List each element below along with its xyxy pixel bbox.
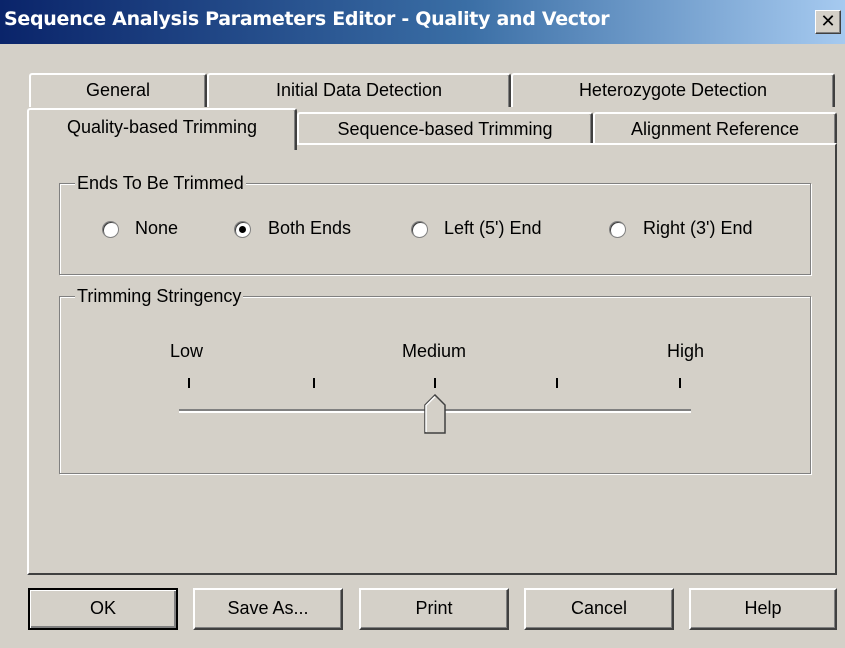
- radio-both-ends-label: Both Ends: [268, 218, 352, 238]
- window-title: Sequence Analysis Parameters Editor - Qu…: [4, 8, 610, 30]
- tab-sequence-based-trimming[interactable]: Sequence-based Trimming: [297, 112, 593, 146]
- tab-initial-data-detection[interactable]: Initial Data Detection: [207, 73, 511, 107]
- slider-tick: [679, 378, 681, 388]
- print-button[interactable]: Print: [359, 588, 509, 630]
- radio-right-end-label: Right (3') End: [643, 218, 753, 238]
- tab-quality-based-trimming[interactable]: Quality-based Trimming: [27, 108, 297, 150]
- save-as-button[interactable]: Save As...: [193, 588, 343, 630]
- help-button[interactable]: Help: [689, 588, 837, 630]
- stringency-group-legend: Trimming Stringency: [75, 286, 244, 307]
- label-high: High: [667, 341, 705, 361]
- slider-tick: [313, 378, 315, 388]
- ends-group-legend: Ends To Be Trimmed: [75, 173, 246, 194]
- radio-left-end-circle[interactable]: [411, 221, 428, 238]
- tab-alignment-reference[interactable]: Alignment Reference: [593, 112, 837, 146]
- tab-panel: Ends To Be Trimmed None Both Ends Left (…: [27, 143, 837, 575]
- cancel-button[interactable]: Cancel: [524, 588, 674, 630]
- title-bar[interactable]: Sequence Analysis Parameters Editor - Qu…: [0, 0, 845, 44]
- radio-none-label: None: [135, 218, 179, 238]
- stringency-slider-thumb[interactable]: [423, 394, 446, 434]
- radio-right-end-circle[interactable]: [609, 221, 626, 238]
- close-icon[interactable]: ✕: [815, 10, 841, 34]
- tab-general[interactable]: General: [29, 73, 207, 107]
- radio-none-circle[interactable]: [102, 221, 119, 238]
- ok-button[interactable]: OK: [28, 588, 178, 630]
- slider-tick: [188, 378, 190, 388]
- radio-selected-dot: [239, 226, 246, 233]
- radio-left-end-label: Left (5') End: [444, 218, 542, 238]
- label-low: Low: [170, 341, 204, 361]
- label-medium: Medium: [402, 341, 467, 361]
- radio-both-ends-circle[interactable]: [234, 221, 251, 238]
- slider-tick: [556, 378, 558, 388]
- tab-heterozygote-detection[interactable]: Heterozygote Detection: [511, 73, 835, 107]
- slider-tick: [434, 378, 436, 388]
